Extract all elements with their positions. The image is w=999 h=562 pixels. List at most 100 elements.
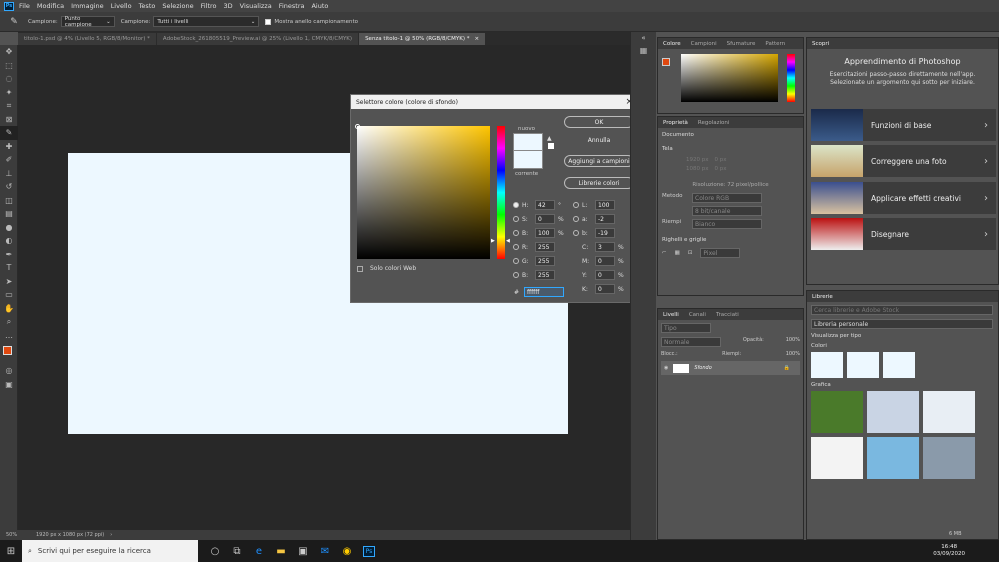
r-radio[interactable] <box>513 244 519 250</box>
library-color-swatch[interactable] <box>883 352 915 378</box>
sample-size-select[interactable]: Punto campione ⌄ <box>60 16 115 28</box>
web-colors-checkbox[interactable] <box>357 265 363 272</box>
path-select-tool-icon[interactable]: ➤ <box>0 275 18 289</box>
tab-sfumature[interactable]: Sfumature <box>722 41 761 47</box>
learn-item-correct-photo[interactable]: Correggere una foto › <box>811 145 996 177</box>
foreground-color-swatch[interactable] <box>3 346 12 355</box>
units-select[interactable]: Pixel <box>700 248 741 258</box>
tab-campioni[interactable]: Campioni <box>686 41 722 47</box>
menu-file[interactable]: File <box>19 2 30 10</box>
layer-row[interactable]: ◉ Sfondo 🔒 <box>661 361 800 375</box>
task-view-icon[interactable]: ⧉ <box>226 540 248 562</box>
learn-item-creative-effects[interactable]: Applicare effetti creativi › <box>811 182 996 214</box>
color-field[interactable] <box>681 54 778 102</box>
marquee-tool-icon[interactable]: ⬚ <box>0 59 18 73</box>
tab-document-2[interactable]: AdobeStock_261805519_Preview.ai @ 25% (L… <box>156 33 360 45</box>
color-libraries-button[interactable]: Librerie colori <box>564 177 634 189</box>
foreground-color-swatch[interactable] <box>662 58 670 66</box>
learn-item-draw[interactable]: Disegnare › <box>811 218 996 250</box>
photoshop-logo-icon[interactable]: Ps <box>4 1 14 11</box>
hue-slider[interactable] <box>787 54 795 102</box>
library-search-input[interactable]: Cerca librerie e Adobe Stock <box>811 305 993 315</box>
menu-visualizza[interactable]: Visualizza <box>240 2 272 10</box>
more-tools-icon[interactable]: … <box>0 329 18 343</box>
chrome-icon[interactable]: ◉ <box>336 540 358 562</box>
height-field[interactable]: 1080 px <box>686 166 709 172</box>
layer-name[interactable]: Sfondo <box>694 365 778 371</box>
sample-layers-select[interactable]: Tutti i livelli ⌄ <box>153 16 260 27</box>
mail-icon[interactable]: ✉ <box>314 540 336 562</box>
h-field[interactable]: 42 <box>535 200 555 210</box>
zoom-level[interactable]: 50% <box>6 532 36 538</box>
healing-tool-icon[interactable]: ✚ <box>0 140 18 154</box>
file-explorer-icon[interactable]: ▬ <box>270 540 292 562</box>
pen-tool-icon[interactable]: ✒ <box>0 248 18 262</box>
graphic-thumb[interactable] <box>811 437 863 479</box>
opacity-value[interactable]: 100% <box>786 337 800 347</box>
eye-icon[interactable]: ◉ <box>664 365 668 371</box>
s-field[interactable]: 0 <box>535 214 555 224</box>
menu-modifica[interactable]: Modifica <box>37 2 64 10</box>
cancel-button[interactable]: Annulla <box>564 134 634 146</box>
rectangle-tool-icon[interactable]: ▭ <box>0 288 18 302</box>
move-tool-icon[interactable]: ✥ <box>0 45 18 59</box>
document-info[interactable]: 1920 px x 1080 px (72 ppi) <box>36 532 104 538</box>
lab-b-radio[interactable] <box>573 230 579 236</box>
menu-livello[interactable]: Livello <box>111 2 132 10</box>
learn-item-basics[interactable]: Funzioni di base › <box>811 109 996 141</box>
stamp-tool-icon[interactable]: ⊥ <box>0 167 18 181</box>
layer-kind-filter[interactable]: Tipo <box>661 323 711 333</box>
tab-scopri[interactable]: Scopri <box>807 41 834 47</box>
graphic-thumb[interactable] <box>923 437 975 479</box>
ruler-icon[interactable]: ⌐ <box>662 250 667 256</box>
graphic-thumb[interactable] <box>923 391 975 433</box>
g-field[interactable]: 255 <box>535 256 555 266</box>
layer-fill-value[interactable]: 100% <box>786 351 800 357</box>
brush-tool-icon[interactable]: ✐ <box>0 153 18 167</box>
zoom-tool-icon[interactable]: ⌕ <box>0 315 18 329</box>
screen-mode-icon[interactable]: ▣ <box>0 378 18 392</box>
tab-livelli[interactable]: Livelli <box>658 312 684 318</box>
tab-canali[interactable]: Canali <box>684 312 711 318</box>
guides-icon[interactable]: ⊡ <box>688 250 693 256</box>
menu-finestra[interactable]: Finestra <box>279 2 305 10</box>
library-color-swatch[interactable] <box>811 352 843 378</box>
a-field[interactable]: -2 <box>595 214 615 224</box>
bits-select[interactable]: 8 bit/canale <box>692 206 762 216</box>
graphic-thumb[interactable] <box>811 391 863 433</box>
dodge-tool-icon[interactable]: ◐ <box>0 234 18 248</box>
menu-3d[interactable]: 3D <box>224 2 233 10</box>
slider-left-arrow-icon[interactable]: ▶ <box>491 238 495 244</box>
b-field[interactable]: 100 <box>535 228 555 238</box>
tab-document-1[interactable]: titolo-1.psd @ 4% (Livello 5, RGB/8/Moni… <box>18 33 157 45</box>
library-color-swatch[interactable] <box>847 352 879 378</box>
taskbar-search-input[interactable]: ⌕ Scrivi qui per eseguire la ricerca <box>22 540 198 562</box>
menu-filtro[interactable]: Filtro <box>201 2 217 10</box>
gradient-tool-icon[interactable]: ▤ <box>0 207 18 221</box>
width-field[interactable]: 1920 px <box>686 157 709 163</box>
store-icon[interactable]: ▣ <box>292 540 314 562</box>
tab-regolazioni[interactable]: Regolazioni <box>693 120 735 126</box>
current-color-swatch[interactable] <box>513 151 543 169</box>
grid-icon[interactable]: ▦ <box>675 250 680 256</box>
history-brush-icon[interactable]: ↺ <box>0 180 18 194</box>
windows-start-icon[interactable]: ⊞ <box>0 540 22 562</box>
hand-tool-icon[interactable]: ✋ <box>0 302 18 316</box>
lasso-tool-icon[interactable]: ◌ <box>0 72 18 86</box>
menu-testo[interactable]: Testo <box>139 2 156 10</box>
library-select[interactable]: Libreria personale <box>811 319 993 329</box>
tab-pattern[interactable]: Pattern <box>760 41 790 47</box>
add-swatch-button[interactable]: Aggiungi a campioni <box>564 155 634 167</box>
ok-button[interactable]: OK <box>564 116 634 128</box>
eyedropper-tool-icon[interactable]: ✎ <box>0 126 18 140</box>
color-field-marker[interactable] <box>355 124 360 129</box>
tab-document-3[interactable]: Senza titolo-1 @ 50% (RGB/8/CMYK) * × <box>359 33 487 45</box>
blue-field[interactable]: 255 <box>535 270 555 280</box>
eraser-tool-icon[interactable]: ◫ <box>0 194 18 208</box>
blur-tool-icon[interactable]: ● <box>0 221 18 235</box>
lock-icon[interactable]: 🔒 <box>784 365 790 371</box>
close-icon[interactable]: × <box>475 36 480 42</box>
menu-immagine[interactable]: Immagine <box>71 2 104 10</box>
web-safe-swatch[interactable] <box>548 143 554 149</box>
warning-icon[interactable]: ▲ <box>547 135 552 142</box>
